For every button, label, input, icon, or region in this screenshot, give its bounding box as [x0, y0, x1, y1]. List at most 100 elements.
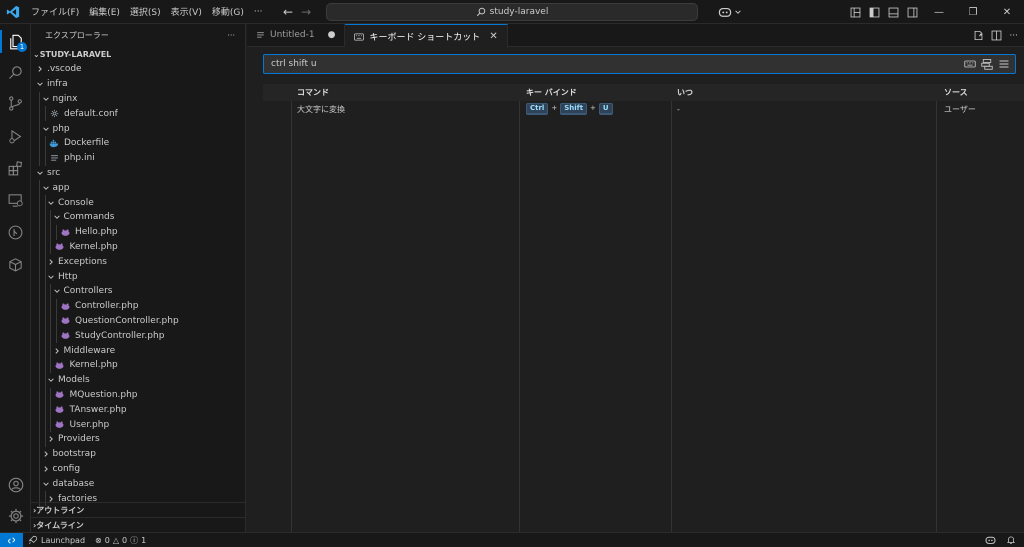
close-icon[interactable]: ✕ — [489, 31, 497, 42]
keybinding-search-box — [263, 54, 1016, 74]
column-source[interactable]: ソース — [944, 87, 968, 98]
indent-guide — [44, 387, 46, 403]
keybinding-search-input[interactable] — [271, 59, 911, 69]
copilot-status[interactable] — [980, 535, 1001, 545]
split-editor-icon[interactable] — [991, 30, 1002, 41]
workspace-root[interactable]: ⌄ STUDY-LARAVEL — [31, 47, 245, 62]
chevron-down-icon — [46, 376, 56, 384]
tree-folder[interactable]: Middleware — [31, 343, 245, 358]
column-command[interactable]: コマンド — [297, 87, 329, 98]
indent-guide — [39, 446, 40, 462]
tree-folder[interactable]: app — [31, 180, 245, 196]
tree-file[interactable]: php.ini — [31, 150, 245, 166]
tree-file[interactable]: Controller.php — [31, 298, 245, 314]
manage-activity[interactable] — [0, 500, 31, 531]
tree-folder[interactable]: .vscode — [31, 62, 245, 77]
indent-guide — [55, 224, 57, 240]
tree-folder[interactable]: nginx — [31, 91, 245, 107]
tree-folder[interactable]: Commands — [31, 209, 245, 225]
filter-list-icon[interactable] — [998, 58, 1010, 70]
indent-guide — [44, 195, 46, 210]
extensions-activity[interactable] — [0, 153, 31, 184]
tree-folder[interactable]: Providers — [31, 431, 245, 447]
run-debug-activity[interactable] — [0, 121, 31, 152]
tree-folder[interactable]: bootstrap — [31, 446, 245, 462]
git-graph-activity[interactable] — [0, 217, 31, 248]
tree-file[interactable]: StudyController.php — [31, 328, 245, 344]
remote-explorer-activity[interactable] — [0, 185, 31, 216]
indent-guide — [44, 106, 46, 122]
forward-arrow-icon[interactable]: → — [301, 5, 311, 19]
toggle-secondary-sidebar-icon[interactable] — [903, 0, 922, 24]
launchpad-item[interactable]: Launchpad — [23, 535, 90, 545]
tree-folder[interactable]: infra — [31, 77, 245, 92]
tree-folder[interactable]: Exceptions — [31, 254, 245, 270]
copilot-menu[interactable] — [718, 4, 742, 20]
tree-folder[interactable]: src — [31, 166, 245, 181]
source-control-icon — [9, 96, 22, 111]
containers-activity[interactable] — [0, 249, 31, 280]
accounts-activity[interactable] — [0, 469, 31, 500]
outline-section[interactable]: › アウトライン — [31, 502, 246, 517]
error-count: 0 — [104, 535, 110, 545]
tree-folder[interactable]: Controllers — [31, 283, 245, 299]
open-json-icon[interactable] — [973, 30, 984, 41]
menu-selection[interactable]: 選択(S) — [125, 5, 166, 18]
chevron-right-icon — [41, 465, 51, 473]
restore-window-icon[interactable]: ❐ — [956, 0, 990, 24]
column-when[interactable]: いつ — [677, 87, 693, 98]
column-keybinding[interactable]: キー バインド — [526, 87, 577, 98]
source-control-activity[interactable] — [0, 88, 31, 119]
explorer-activity[interactable]: 1 — [0, 26, 31, 57]
menu-view[interactable]: 表示(V) — [166, 5, 207, 18]
tree-file[interactable]: QuestionController.php — [31, 313, 245, 329]
tree-file[interactable]: default.conf — [31, 106, 245, 122]
remote-indicator[interactable] — [0, 532, 23, 547]
back-arrow-icon[interactable]: ← — [283, 5, 293, 19]
indent-guide — [44, 417, 46, 432]
tab-keyboard-shortcuts[interactable]: キーボード ショートカット ✕ — [345, 24, 508, 48]
tree-file[interactable]: Hello.php — [31, 224, 245, 240]
search-activity[interactable] — [0, 57, 31, 88]
explorer-more-actions[interactable]: ··· — [227, 31, 235, 40]
run-debug-icon — [9, 129, 22, 144]
sort-by-precedence-icon[interactable] — [981, 58, 993, 70]
tree-folder[interactable]: Console — [31, 195, 245, 210]
tree-folder[interactable]: php — [31, 121, 245, 136]
timeline-section[interactable]: › タイムライン — [31, 517, 246, 532]
toggle-panel-icon[interactable] — [884, 0, 903, 24]
toggle-primary-sidebar-icon[interactable] — [865, 0, 884, 24]
tree-file[interactable]: Kernel.php — [31, 357, 245, 373]
customize-layout-icon[interactable] — [846, 0, 865, 24]
chevron-right-icon — [41, 450, 51, 458]
menu-go[interactable]: 移動(G) — [207, 5, 249, 18]
tree-file[interactable]: Kernel.php — [31, 239, 245, 255]
more-actions-icon[interactable]: ··· — [1009, 31, 1018, 41]
tree-file[interactable]: TAnswer.php — [31, 402, 245, 418]
close-window-icon[interactable]: ✕ — [990, 0, 1024, 24]
tree-file[interactable]: Dockerfile — [31, 135, 245, 151]
indent-guide — [39, 283, 40, 299]
record-keys-icon[interactable] — [964, 58, 976, 70]
dirty-dot-icon[interactable]: ● — [328, 30, 336, 40]
indent-guide — [39, 150, 40, 166]
tree-folder[interactable]: database — [31, 476, 245, 492]
tab-untitled-1[interactable]: Untitled-1 ● — [247, 24, 346, 46]
table-row[interactable]: 大文字に変換 Ctrl + Shift + U - ユーザー — [263, 101, 1024, 117]
tree-folder[interactable]: Http — [31, 269, 245, 284]
notifications-status[interactable] — [1001, 535, 1024, 545]
menu-more[interactable]: ··· — [249, 7, 268, 17]
minimize-window-icon[interactable]: — — [922, 0, 956, 24]
tree-folder[interactable]: Models — [31, 372, 245, 388]
tree-file[interactable]: MQuestion.php — [31, 387, 245, 403]
problems-item[interactable]: ⊗ 0 △ 0 ⓘ 1 — [90, 535, 151, 546]
tree-item-label: TAnswer.php — [69, 404, 127, 415]
account-icon — [8, 477, 23, 492]
command-center[interactable]: study-laravel — [326, 3, 698, 21]
tree-folder[interactable]: config — [31, 461, 245, 477]
tree-file[interactable]: User.php — [31, 417, 245, 432]
key-separator: + — [590, 104, 596, 112]
indent-guide — [50, 209, 51, 225]
menu-file[interactable]: ファイル(F) — [26, 5, 84, 18]
menu-edit[interactable]: 編集(E) — [84, 5, 125, 18]
